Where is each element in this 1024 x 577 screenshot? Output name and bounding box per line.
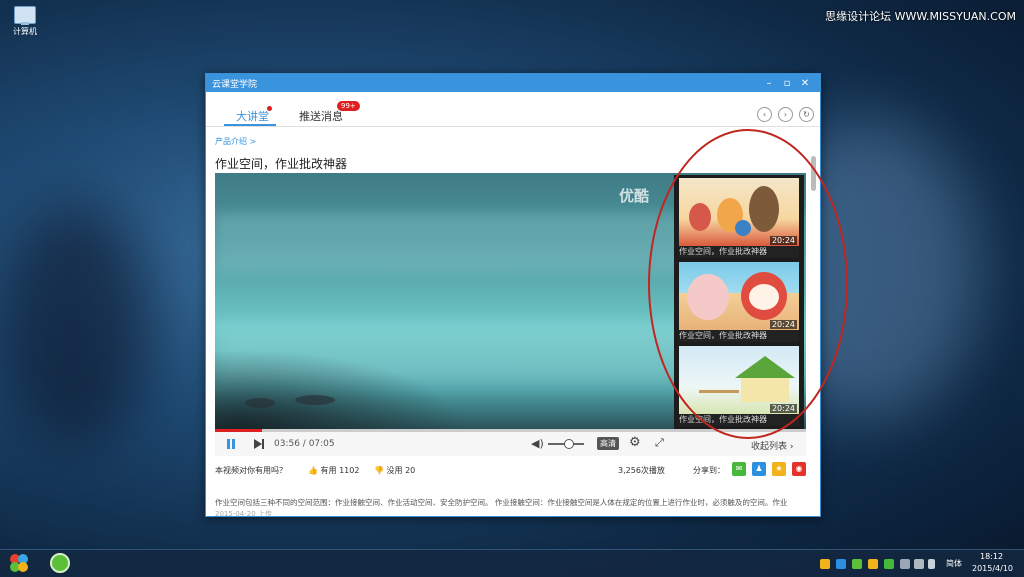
maximize-button[interactable]: ▫ (778, 78, 796, 89)
tab-bar: 大讲堂 推送消息 99+ ‹ › ↻ (206, 92, 820, 127)
breadcrumb[interactable]: 产品介绍 > (215, 136, 256, 147)
useless-button[interactable]: 👎 没用 20 (374, 465, 415, 476)
window-title: 云课堂学院 (212, 79, 258, 90)
play-count: 3,256次播放 (618, 466, 665, 475)
minimize-button[interactable]: – (760, 78, 778, 89)
clock-date[interactable]: 2015/4/10 (972, 564, 1013, 573)
video-watermark-logo: 优酷 (619, 187, 650, 205)
gear-icon[interactable]: ⚙ (629, 435, 641, 450)
tray-app-icon[interactable] (852, 559, 862, 569)
active-tab-indicator (224, 124, 276, 126)
network-icon[interactable] (900, 559, 910, 569)
qzone-icon[interactable]: ★ (772, 462, 786, 476)
clock-time[interactable]: 18:12 (980, 552, 1003, 561)
thumbs-up-icon: 👍 (308, 466, 318, 475)
next-track-icon[interactable] (254, 439, 266, 449)
start-menu-icon[interactable] (8, 552, 30, 574)
desktop-icon-label: 计算机 (13, 27, 37, 36)
qq-icon[interactable]: ♟ (752, 462, 766, 476)
monitor-icon[interactable] (914, 559, 924, 569)
tab-lecture-hall[interactable]: 大讲堂 (236, 108, 269, 124)
useful-count: 1102 (339, 466, 360, 475)
title-bar: 云课堂学院 – ▫ ✕ (206, 74, 820, 92)
feedback-question: 本视频对你有用吗？ (215, 466, 287, 475)
refresh-icon[interactable]: ↻ (799, 107, 814, 122)
thumbs-down-icon: 👎 (374, 466, 384, 475)
message-count-badge: 99+ (337, 101, 360, 111)
site-watermark: 思缘设计论坛 WWW.MISSYUAN.COM (825, 10, 1016, 23)
video-description: 作业空间包括三种不同的空间范围：作业接触空间、作业活动空间、安全防护空间。 作业… (215, 498, 788, 507)
forward-icon[interactable]: › (778, 107, 793, 122)
page-title: 作业空间，作业批改神器 (215, 157, 348, 171)
useful-button[interactable]: 👍 有用 1102 (308, 465, 359, 476)
ime-indicator[interactable]: 简体 (946, 558, 962, 569)
notification-dot (267, 106, 272, 111)
desktop-computer-icon[interactable]: 计算机 (10, 6, 40, 37)
tab-push-messages[interactable]: 推送消息 (299, 108, 343, 124)
collapse-list-button[interactable]: 收起列表 › (751, 439, 794, 452)
weibo-icon[interactable]: ◉ (792, 462, 806, 476)
tray-app-icon[interactable] (884, 559, 894, 569)
volume-tray-icon[interactable] (928, 559, 935, 569)
shield-icon[interactable] (836, 559, 846, 569)
pause-icon[interactable] (226, 439, 236, 449)
share-label: 分享到： (693, 466, 725, 475)
close-button[interactable]: ✕ (796, 78, 814, 89)
volume-knob[interactable] (564, 439, 574, 449)
volume-icon[interactable]: ◀) (531, 437, 544, 450)
annotation-ellipse (648, 129, 848, 439)
chevron-right-icon: › (789, 442, 794, 452)
tray-app-icon[interactable] (820, 559, 830, 569)
taskbar: 简体 18:12 2015/4/10 (0, 549, 1024, 577)
video-frame-object (245, 398, 275, 408)
useful-label: 有用 (320, 466, 337, 475)
back-icon[interactable]: ‹ (757, 107, 772, 122)
video-frame-object (295, 395, 335, 405)
video-frame-shadow (215, 349, 465, 429)
useless-count: 20 (405, 466, 416, 475)
computer-icon (14, 6, 36, 25)
quality-button[interactable]: 高清 (597, 437, 619, 450)
player-controls: 03:56 / 07:05 ◀) 高清 ⚙ ⤢ 收起列表 › (215, 432, 806, 456)
background-shadow (0, 200, 150, 450)
upload-date: 2015-04-20 上传 (215, 510, 272, 517)
useless-label: 没用 (386, 466, 403, 475)
collapse-list-label: 收起列表 (751, 442, 788, 452)
tray-app-icon[interactable] (868, 559, 878, 569)
browser-taskbar-icon[interactable] (50, 553, 70, 573)
fullscreen-icon[interactable]: ⤢ (655, 436, 664, 450)
wechat-icon[interactable]: ✉ (732, 462, 746, 476)
timecode: 03:56 / 07:05 (274, 439, 335, 449)
